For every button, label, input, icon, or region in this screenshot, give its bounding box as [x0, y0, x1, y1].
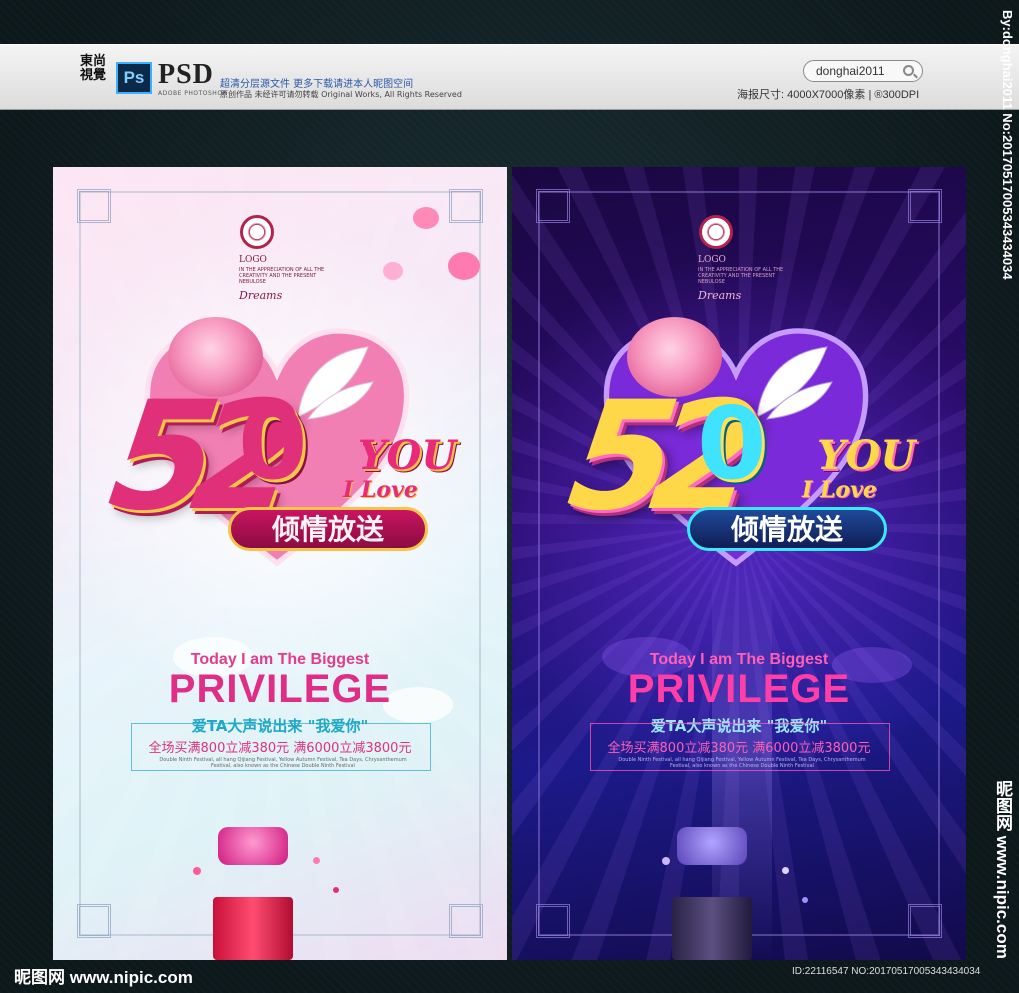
heart-confetti-icon: [448, 252, 480, 280]
corner-ornament-icon: [77, 189, 111, 223]
fine-print: Double Ninth Festival, all hang Qijiang …: [618, 757, 866, 769]
heart-confetti-icon: [333, 887, 339, 893]
heart-confetti-icon: [662, 857, 670, 865]
footer-id: ID:22116547 NO:20170517005343434034: [792, 966, 981, 977]
dreams-label: Dreams: [698, 289, 742, 302]
dreams-label: Dreams: [239, 289, 283, 302]
number-0: 0: [697, 385, 767, 502]
fine-print: Double Ninth Festival, all hang Qijiang …: [159, 757, 407, 769]
corner-ornament-icon: [77, 904, 111, 938]
promo-text: 全场买满800立减380元 满6000立减3800元: [148, 741, 412, 756]
gift-lid-icon: [218, 827, 288, 865]
corner-ornament-icon: [536, 904, 570, 938]
heart-confetti-icon: [782, 867, 789, 874]
privilege-title: PRIVILEGE: [627, 667, 851, 711]
logo-copy: IN THE APPRECIATION OF ALL THE CREATIVIT…: [239, 267, 325, 285]
corner-ornament-icon: [908, 189, 942, 223]
logo-seal-icon: [699, 215, 733, 249]
heart-confetti-icon: [413, 207, 439, 229]
heart-confetti-icon: [193, 867, 201, 875]
search-icon[interactable]: [903, 65, 914, 76]
heart-confetti-icon: [383, 262, 403, 280]
logo-label: LOGO: [239, 255, 267, 265]
logo-seal-icon: [240, 215, 274, 249]
number-0: 0: [238, 385, 308, 502]
header-copyright: 原创作品 未经许可请勿转载 Original Works, All Rights…: [220, 90, 462, 99]
heart-confetti-icon: [313, 857, 320, 864]
headline-pill: 倾情放送: [228, 507, 428, 551]
photoshop-icon: Ps: [116, 62, 152, 94]
side-watermark: By:donghai2011 No:20170517005343434034: [1000, 10, 1015, 280]
promo-text: 全场买满800立减380元 满6000立减3800元: [607, 741, 871, 756]
search-input[interactable]: donghai2011: [803, 60, 923, 82]
privilege-title: PRIVILEGE: [168, 667, 392, 711]
gift-lid-icon: [677, 827, 747, 865]
poster-light: LOGO IN THE APPRECIATION OF ALL THE CREA…: [53, 167, 507, 960]
logo-copy: IN THE APPRECIATION OF ALL THE CREATIVIT…: [698, 267, 784, 285]
gift-box-icon: [672, 897, 752, 960]
corner-ornament-icon: [449, 189, 483, 223]
footer-site-watermark: 昵图网 www.nipic.com: [14, 968, 193, 987]
psd-label: PSD: [158, 59, 214, 90]
i-love-text: I Love: [343, 477, 418, 503]
i-love-text: I Love: [802, 477, 877, 503]
you-text: YOU: [358, 432, 457, 479]
corner-ornament-icon: [449, 904, 483, 938]
brand-logo: 東尚視覺: [79, 54, 106, 83]
headline-pill: 倾情放送: [687, 507, 887, 551]
heart-confetti-icon: [802, 897, 808, 903]
search-value: donghai2011: [816, 64, 885, 78]
poster-size-info: 海报尺寸: 4000X7000像素 | ®300DPI: [737, 89, 920, 101]
header-bar: 東尚視覺 Ps PSD ADOBE PHOTOSHOP 超清分层源文件 更多下载…: [0, 44, 1019, 110]
gift-box-icon: [213, 897, 293, 960]
poster-dark: LOGO IN THE APPRECIATION OF ALL THE CREA…: [512, 167, 966, 960]
side-site-watermark: 昵图网 www.nipic.com: [993, 780, 1012, 959]
you-text: YOU: [817, 432, 916, 479]
logo-label: LOGO: [698, 255, 726, 265]
corner-ornament-icon: [536, 189, 570, 223]
psd-sublabel: ADOBE PHOTOSHOP: [158, 90, 227, 97]
header-notice: 超清分层源文件 更多下载请进本人昵图空间: [220, 79, 414, 90]
corner-ornament-icon: [908, 904, 942, 938]
